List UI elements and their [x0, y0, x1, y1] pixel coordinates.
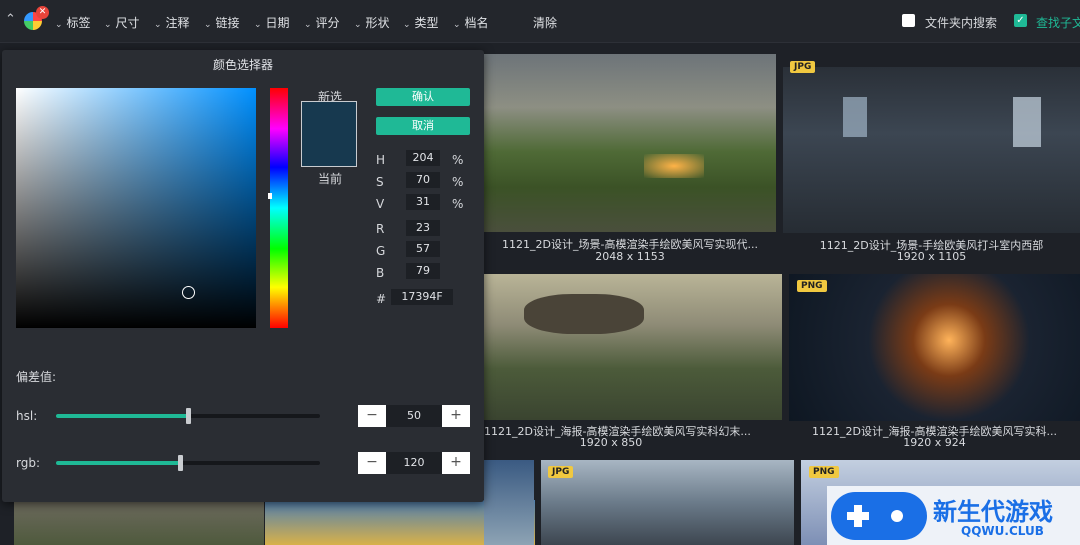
- image-thumbnail[interactable]: [484, 274, 782, 420]
- rgb-decrement-button[interactable]: −: [358, 452, 386, 474]
- rgb-slider[interactable]: [56, 455, 320, 471]
- chevron-down-icon: ⌄: [55, 20, 63, 30]
- percent-label: %: [452, 175, 464, 189]
- confirm-button[interactable]: 确认: [376, 88, 470, 106]
- chevron-down-icon: ⌄: [254, 20, 262, 30]
- clear-button[interactable]: 清除: [533, 14, 557, 31]
- collapse-chevron-icon[interactable]: ⌃: [5, 12, 19, 27]
- saturation-input[interactable]: 70: [406, 172, 440, 188]
- tolerance-label: 偏差值:: [16, 370, 57, 384]
- rgb-value[interactable]: 120: [386, 452, 442, 474]
- chevron-down-icon: ⌄: [403, 20, 411, 30]
- current-color-label: 当前: [318, 172, 343, 186]
- hash-label: #: [376, 292, 387, 306]
- watermark-brand: 新生代游戏: [933, 498, 1053, 526]
- image-size: 1920 x 850: [579, 436, 643, 449]
- filter-date[interactable]: ⌄ 日期: [254, 14, 290, 30]
- file-type-badge: JPG: [548, 466, 574, 478]
- hsl-increment-button[interactable]: +: [442, 405, 470, 427]
- filter-shape[interactable]: ⌄ 形状: [354, 14, 390, 30]
- chevron-down-icon: ⌄: [354, 20, 362, 30]
- hue-slider[interactable]: [270, 88, 288, 328]
- rgb-label: rgb:: [16, 456, 40, 470]
- g-label: G: [376, 244, 386, 258]
- percent-label: %: [452, 153, 464, 167]
- s-label: S: [376, 175, 384, 189]
- chevron-down-icon: ⌄: [154, 20, 162, 30]
- window-light: [843, 97, 867, 137]
- filter-type[interactable]: ⌄ 类型: [403, 14, 439, 30]
- rgb-stepper: − 120 +: [358, 452, 470, 474]
- toolbar: ⌃ ✕ ⌄ 标签 ⌄ 尺寸 ⌄ 注释 ⌄ 链接 ⌄ 日期 ⌄ 评分 ⌄ 形状 ⌄ 类型 ⌄ 档名 …: [0, 0, 1080, 43]
- window-light: [1013, 97, 1041, 147]
- walker-silhouette: [524, 294, 644, 334]
- percent-label: %: [452, 197, 464, 211]
- chevron-down-icon: ⌄: [204, 20, 212, 30]
- chevron-down-icon: ⌄: [304, 20, 312, 30]
- image-size: 1920 x 1105: [896, 250, 967, 263]
- search-subfolders-checkbox[interactable]: ✓: [1014, 14, 1027, 27]
- file-type-badge: PNG: [809, 466, 839, 478]
- red-input[interactable]: 23: [406, 220, 440, 236]
- hsl-slider-fill: [56, 414, 188, 418]
- hue-handle[interactable]: [268, 193, 272, 199]
- dialog-title: 颜色选择器: [212, 58, 273, 72]
- hsl-decrement-button[interactable]: −: [358, 405, 386, 427]
- search-in-folder-label: 文件夹内搜索: [925, 16, 998, 30]
- hsl-stepper: − 50 +: [358, 405, 470, 427]
- image-thumbnail[interactable]: [783, 67, 1080, 233]
- hex-input[interactable]: 17394F: [391, 289, 453, 305]
- hsl-slider-knob[interactable]: [186, 408, 191, 424]
- sv-handle[interactable]: [182, 286, 195, 299]
- watermark: 新生代游戏 QQWU.CLUB: [827, 486, 1080, 545]
- chevron-down-icon: ⌄: [104, 20, 112, 30]
- filter-filename[interactable]: ⌄ 档名: [453, 14, 489, 30]
- image-thumbnail[interactable]: [14, 500, 264, 545]
- hue-input[interactable]: 204: [406, 150, 440, 166]
- color-picker-dialog: 颜色选择器 新选 当前 确认 取消 H 204 % S 70 % V 31 % …: [2, 50, 484, 502]
- fire-glow: [644, 154, 704, 178]
- watermark-domain: QQWU.CLUB: [961, 524, 1044, 538]
- file-type-badge: JPG: [790, 61, 816, 73]
- filter-rating[interactable]: ⌄ 评分: [304, 14, 340, 30]
- saturation-value-area[interactable]: [16, 88, 256, 328]
- b-label: B: [376, 266, 385, 280]
- v-label: V: [376, 197, 385, 211]
- image-thumbnail[interactable]: [484, 460, 534, 545]
- image-thumbnail[interactable]: [789, 274, 1080, 421]
- h-label: H: [376, 153, 386, 167]
- search-in-folder-checkbox[interactable]: [902, 14, 915, 27]
- value-input[interactable]: 31: [406, 194, 440, 210]
- image-size: 1920 x 924: [903, 436, 966, 449]
- filter-tags[interactable]: ⌄ 标签: [55, 14, 91, 30]
- cancel-button[interactable]: 取消: [376, 117, 470, 135]
- close-badge-icon[interactable]: ✕: [36, 6, 49, 19]
- image-thumbnail[interactable]: [484, 54, 776, 232]
- filter-notes[interactable]: ⌄ 注释: [154, 14, 190, 30]
- rgb-slider-fill: [56, 461, 181, 465]
- filter-size[interactable]: ⌄ 尺寸: [104, 14, 140, 30]
- hsl-slider[interactable]: [56, 408, 320, 424]
- color-swatch: [301, 101, 357, 167]
- image-thumbnail[interactable]: [541, 460, 794, 545]
- gamepad-logo-icon: [831, 492, 927, 540]
- blue-input[interactable]: 79: [406, 263, 440, 279]
- image-size: 2048 x 1153: [595, 250, 665, 263]
- r-label: R: [376, 222, 385, 236]
- rgb-slider-knob[interactable]: [178, 455, 184, 471]
- green-input[interactable]: 57: [406, 241, 440, 257]
- hsl-value[interactable]: 50: [386, 405, 442, 427]
- chevron-down-icon: ⌄: [453, 20, 461, 30]
- file-type-badge: PNG: [797, 280, 827, 292]
- search-subfolders-label: 查找子文: [1036, 16, 1080, 30]
- hsl-label: hsl:: [16, 409, 38, 423]
- rgb-increment-button[interactable]: +: [442, 452, 470, 474]
- filter-link[interactable]: ⌄ 链接: [204, 14, 240, 30]
